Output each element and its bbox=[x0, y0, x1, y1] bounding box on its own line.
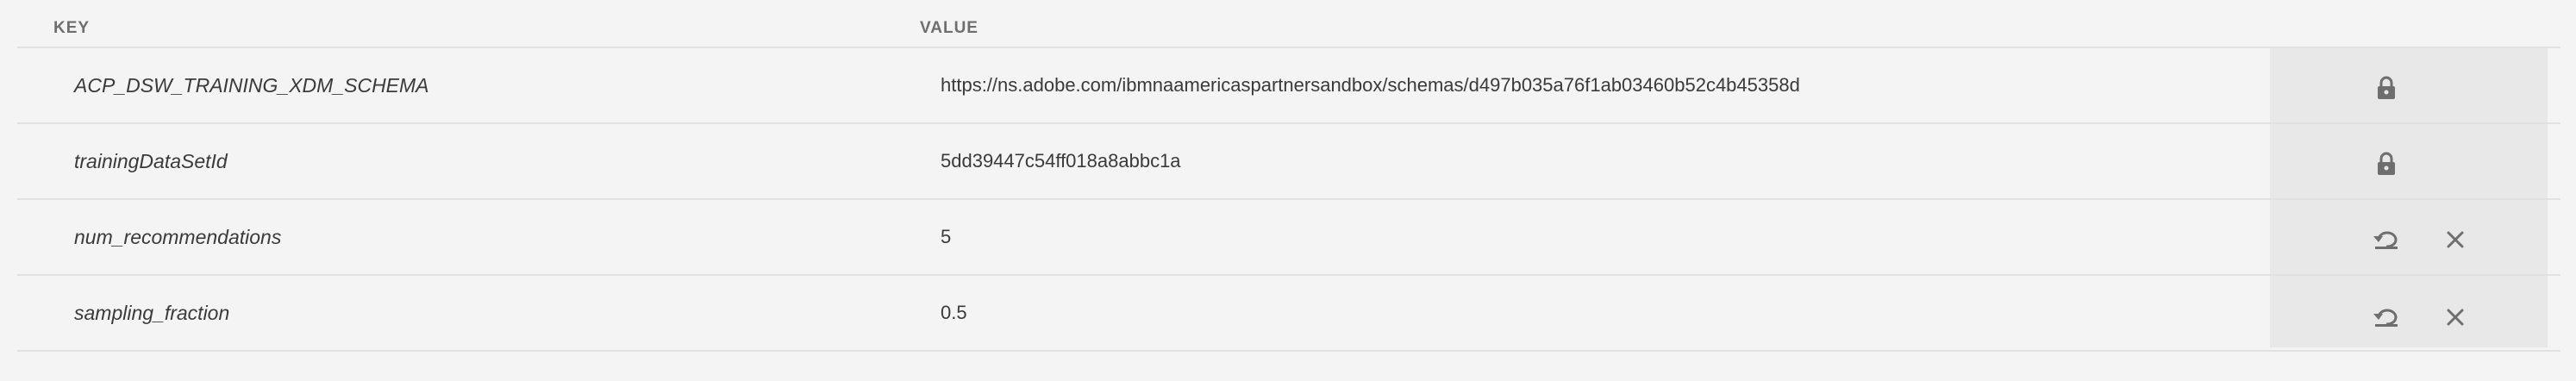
row-value: 0.5 bbox=[941, 302, 967, 323]
key-value-table: KEY VALUE ACP_DSW_TRAINING_XDM_SCHEMA ht… bbox=[0, 0, 2576, 381]
row-value: 5 bbox=[941, 226, 952, 247]
lock-icon bbox=[2369, 147, 2404, 181]
table-row: ACP_DSW_TRAINING_XDM_SCHEMA https://ns.a… bbox=[17, 48, 2560, 124]
table-row: sampling_fraction 0.5 bbox=[17, 276, 2560, 352]
table-row: num_recommendations 5 bbox=[17, 200, 2560, 276]
lock-icon bbox=[2369, 71, 2404, 105]
table-row: trainingDataSetId 5dd39447c54ff018a8abbc… bbox=[17, 124, 2560, 200]
remove-button[interactable] bbox=[2438, 222, 2473, 257]
reset-icon bbox=[2373, 309, 2398, 327]
row-key: ACP_DSW_TRAINING_XDM_SCHEMA bbox=[74, 74, 429, 97]
close-icon bbox=[2447, 309, 2464, 326]
close-icon bbox=[2447, 231, 2464, 248]
reset-icon bbox=[2373, 231, 2398, 249]
row-key: num_recommendations bbox=[74, 226, 282, 248]
reset-button[interactable] bbox=[2369, 222, 2404, 257]
row-value: 5dd39447c54ff018a8abbc1a bbox=[941, 150, 1181, 172]
column-header-value[interactable]: VALUE bbox=[920, 19, 979, 38]
row-value: https://ns.adobe.com/ibmnaamericaspartne… bbox=[941, 74, 1800, 96]
table-header: KEY VALUE bbox=[0, 0, 2576, 47]
row-key: trainingDataSetId bbox=[74, 150, 228, 172]
reset-button[interactable] bbox=[2369, 300, 2404, 334]
row-key: sampling_fraction bbox=[74, 302, 230, 324]
column-header-key[interactable]: KEY bbox=[53, 19, 90, 38]
remove-button[interactable] bbox=[2438, 300, 2473, 334]
